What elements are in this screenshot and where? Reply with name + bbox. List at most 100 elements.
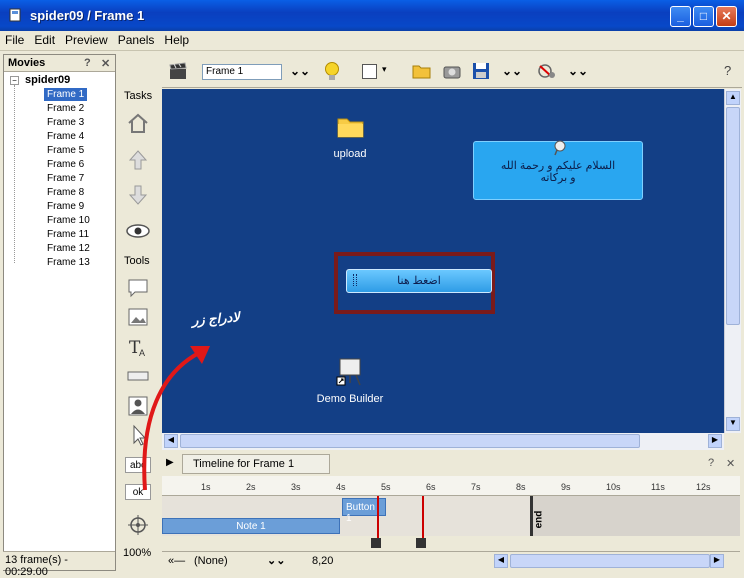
status-frames: 13 frame(s) - 00:29.00	[3, 551, 115, 578]
tree-item-frame[interactable]: Frame 12	[44, 242, 93, 255]
tree-item-frame[interactable]: Frame 3	[44, 116, 87, 129]
target-icon[interactable]	[125, 514, 151, 536]
tree-item-frame[interactable]: Frame 9	[44, 200, 87, 213]
frame-canvas[interactable]: upload السلام عليكم و رحمة الله و بركاته…	[162, 89, 724, 433]
swatch-dropdown-icon[interactable]: ▾	[382, 64, 387, 75]
scroll-left-button[interactable]: ◀	[494, 554, 508, 568]
note-tool-icon[interactable]	[125, 277, 151, 299]
menu-help[interactable]: Help	[159, 31, 194, 47]
color-swatch[interactable]	[362, 64, 377, 79]
tree-item-frame[interactable]: Frame 6	[44, 158, 87, 171]
demo-builder-label: Demo Builder	[316, 393, 384, 405]
ruler-tick-label: 9s	[561, 482, 571, 492]
pin-icon	[552, 139, 568, 160]
tree-item-frame[interactable]: Frame 4	[44, 130, 87, 143]
home-icon[interactable]	[125, 112, 151, 134]
folder-icon[interactable]	[336, 113, 366, 142]
marker-handle[interactable]	[371, 538, 381, 548]
timeline-status-bar: «— (None) ⌄⌄ 8,20 ◀ ▶	[162, 551, 740, 570]
demo-builder-icon[interactable]	[336, 357, 364, 390]
drag-handle[interactable]	[353, 274, 357, 286]
app-icon	[8, 8, 22, 22]
camera-icon[interactable]	[442, 62, 462, 83]
scroll-right-button[interactable]: ▶	[708, 434, 722, 448]
ruler-tick-label: 3s	[291, 482, 301, 492]
clapper-icon[interactable]	[168, 61, 188, 84]
main-toolbar: Frame 1 ⌄⌄ ▾ ⌄⌄ ⌄⌄ ?	[162, 56, 742, 88]
tasks-label: Tasks	[124, 90, 153, 102]
tree-item-frame[interactable]: Frame 11	[44, 228, 92, 241]
vertical-scroll-thumb[interactable]	[726, 107, 740, 325]
vertical-scrollbar[interactable]: ▲ ▼	[724, 89, 741, 433]
ruler-tick-label: 10s	[606, 482, 621, 492]
tools-label: Tools	[124, 255, 150, 267]
coords-readout: 8,20	[312, 555, 334, 567]
chevron-down-icon[interactable]: ⌄⌄	[502, 64, 522, 78]
movies-panel-title: Movies	[8, 57, 46, 69]
eye-icon[interactable]	[125, 220, 151, 242]
tree-item-frame[interactable]: Frame 2	[44, 102, 87, 115]
upload-label: upload	[333, 148, 367, 160]
zoom-level[interactable]: 100%	[123, 547, 151, 559]
no-link-icon[interactable]	[537, 62, 557, 83]
play-icon[interactable]: ▶	[166, 457, 174, 468]
ruler-tick-label: 4s	[336, 482, 346, 492]
marker-handle[interactable]	[416, 538, 426, 548]
chevron-down-icon[interactable]: ⌄⌄	[290, 64, 310, 78]
frame-selector[interactable]: Frame 1	[202, 64, 282, 80]
help-icon[interactable]: ?	[708, 457, 714, 469]
arrow-down-icon[interactable]	[125, 184, 151, 206]
close-button[interactable]: ✕	[716, 6, 737, 27]
ruler-tick-label: 6s	[426, 482, 436, 492]
menu-file[interactable]: File	[0, 31, 29, 47]
help-icon[interactable]: ?	[84, 57, 91, 69]
help-icon[interactable]: ?	[724, 63, 731, 78]
minimize-button[interactable]: _	[670, 6, 691, 27]
ruler-tick-label: 12s	[696, 482, 711, 492]
timeline-tracks[interactable]: Button 1 Note 1 end	[162, 496, 740, 546]
tree-item-frame[interactable]: Frame 1	[44, 88, 88, 101]
tab-timeline[interactable]: Timeline for Frame 1	[182, 454, 330, 474]
arrow-up-icon[interactable]	[125, 149, 151, 171]
image-tool-icon[interactable]	[125, 306, 151, 328]
click-here-button[interactable]: اضغط هنا	[346, 269, 492, 293]
tree-item-frame[interactable]: Frame 5	[44, 144, 87, 157]
layer-select[interactable]: (None)	[194, 555, 228, 567]
handwritten-note: لادراج زر	[191, 309, 241, 328]
horizontal-scroll-thumb[interactable]	[180, 434, 640, 448]
lightbulb-icon[interactable]	[322, 61, 342, 86]
tree-item-frame[interactable]: Frame 10	[44, 214, 93, 227]
tree-root[interactable]: spider09	[25, 74, 70, 86]
tree-item-frame[interactable]: Frame 13	[44, 256, 93, 269]
collapse-icon[interactable]: −	[10, 76, 19, 85]
ruler-tick-label: 8s	[516, 482, 526, 492]
ruler-tick-label: 7s	[471, 482, 481, 492]
ruler-tick-label: 11s	[651, 482, 665, 492]
scroll-down-button[interactable]: ▼	[726, 417, 740, 431]
scroll-up-button[interactable]: ▲	[726, 91, 740, 105]
chevron-down-icon[interactable]: ⌄⌄	[267, 554, 285, 567]
timeline-item-note[interactable]: Note 1	[162, 518, 340, 534]
menu-bar: File Edit Preview Panels Help	[0, 31, 744, 51]
scroll-left-button[interactable]: ◀	[164, 434, 178, 448]
close-icon[interactable]: ✕	[726, 457, 735, 470]
maximize-button[interactable]: □	[693, 6, 714, 27]
save-icon[interactable]	[472, 62, 490, 83]
close-icon[interactable]: ✕	[101, 57, 110, 70]
menu-panels[interactable]: Panels	[113, 31, 160, 47]
chevron-down-icon[interactable]: ⌄⌄	[568, 64, 588, 78]
timeline-item-button[interactable]: Button 1	[342, 498, 386, 524]
horizontal-scrollbar[interactable]: ◀ ▶	[162, 433, 724, 450]
menu-preview[interactable]: Preview	[60, 31, 113, 47]
timeline-ruler[interactable]: 1s 2s 3s 4s 5s 6s 7s 8s 9s 10s 11s 12s	[162, 476, 740, 496]
end-label: end	[533, 510, 545, 529]
open-folder-icon[interactable]	[412, 62, 432, 83]
ruler-tick-label: 1s	[201, 482, 211, 492]
tree-item-frame[interactable]: Frame 8	[44, 186, 87, 199]
scroll-right-button[interactable]: ▶	[710, 554, 724, 568]
movies-panel: Movies ? ✕ − spider09 Frame 1 Frame 2 Fram…	[3, 54, 116, 571]
menu-edit[interactable]: Edit	[29, 31, 60, 47]
ruler-tick-label: 2s	[246, 482, 256, 492]
tree-item-frame[interactable]: Frame 7	[44, 172, 87, 185]
timeline-scroll-thumb[interactable]	[510, 554, 710, 568]
